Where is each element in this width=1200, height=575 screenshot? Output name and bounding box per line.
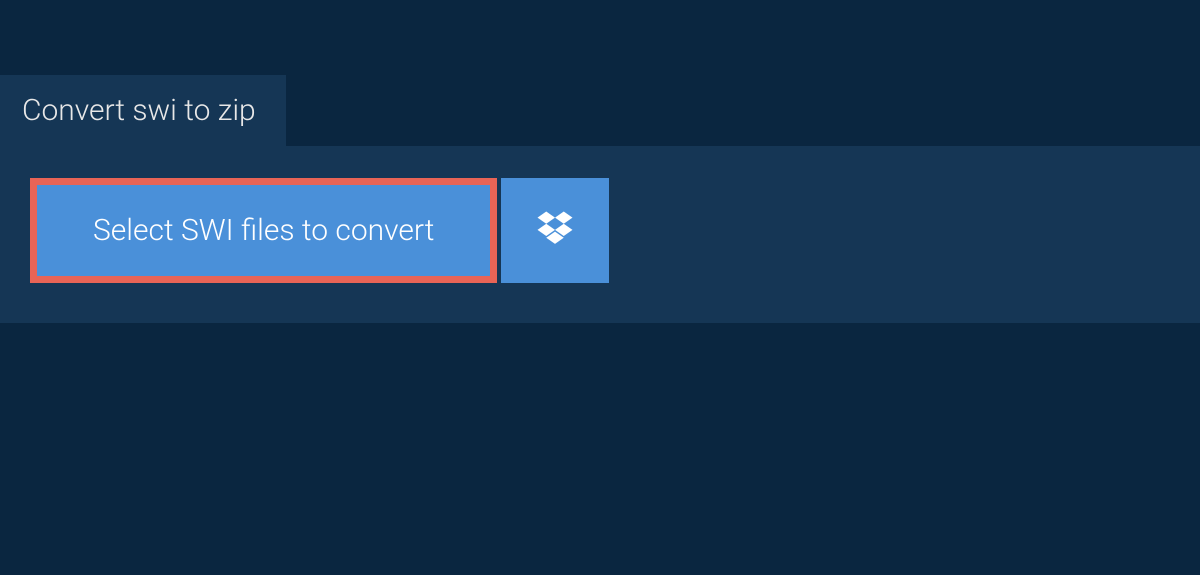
dropbox-icon xyxy=(534,208,576,254)
button-row: Select SWI files to convert xyxy=(30,178,1170,283)
dropbox-button[interactable] xyxy=(501,178,609,283)
tab-convert-swi-zip[interactable]: Convert swi to zip xyxy=(0,75,286,146)
tab-bar: Convert swi to zip xyxy=(0,75,1200,146)
select-files-button[interactable]: Select SWI files to convert xyxy=(30,178,497,283)
tab-label: Convert swi to zip xyxy=(22,93,256,128)
select-files-label: Select SWI files to convert xyxy=(93,213,434,248)
convert-panel: Select SWI files to convert xyxy=(0,146,1200,323)
